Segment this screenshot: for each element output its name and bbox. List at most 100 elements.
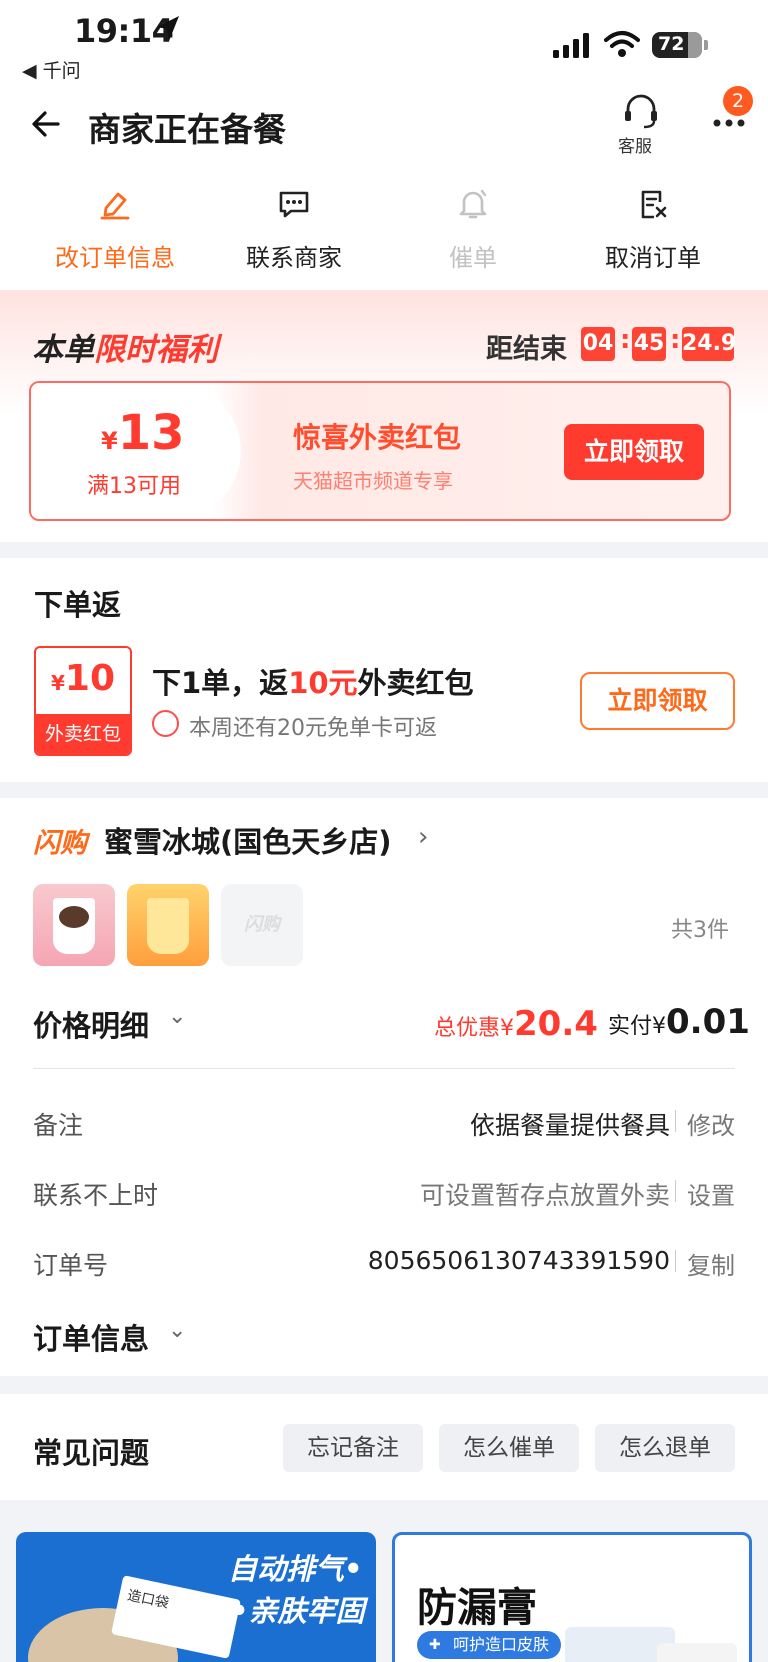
countdown-colon: : xyxy=(670,325,681,355)
price-detail-toggle[interactable]: 价格明细 xyxy=(33,1003,149,1045)
coupon-amount: ¥13 xyxy=(101,405,185,461)
urge-order-label: 催单 xyxy=(449,244,497,272)
countdown-hours: 04 xyxy=(581,327,615,361)
back-to-app-link[interactable]: ◀ 千问 xyxy=(22,56,81,83)
claim-return-button[interactable]: 立即领取 xyxy=(580,672,735,730)
customer-service-label: 客服 xyxy=(618,137,652,157)
product-thumbnail[interactable]: 闪购 xyxy=(221,884,303,966)
battery-tip xyxy=(704,40,708,50)
paid-amount: 实付¥0.01 xyxy=(608,1002,750,1042)
divider xyxy=(33,1068,735,1069)
paid-value: 0.01 xyxy=(666,1002,750,1042)
lemon-tea-cup-image xyxy=(147,898,189,954)
red-packet-value: 10 xyxy=(64,658,116,699)
faq-chip-forgot-remark[interactable]: 忘记备注 xyxy=(283,1424,423,1472)
total-discount: 总优惠¥20.4 xyxy=(434,1004,598,1044)
ad-banner-leak-paste[interactable]: 防漏膏 呵护造口皮肤 xyxy=(392,1532,752,1662)
free-card-checkbox[interactable] xyxy=(152,710,179,737)
product-image xyxy=(657,1643,737,1662)
benefit-title-a: 本单 xyxy=(32,332,94,368)
contact-merchant-button[interactable]: 联系商家 xyxy=(209,188,379,273)
order-return-title: 下单返 xyxy=(34,588,122,622)
benefit-title-b: 限时福利 xyxy=(94,332,218,368)
copy-order-number-button[interactable]: 复制 xyxy=(687,1246,735,1281)
milk-tea-cup-image xyxy=(53,898,95,954)
chevron-right-icon[interactable]: › xyxy=(418,822,428,852)
order-number-value: 8056506130743391590 xyxy=(367,1246,670,1275)
coupon-amount-value: 13 xyxy=(117,405,185,461)
order-info-toggle[interactable]: 订单信息 xyxy=(33,1316,149,1358)
battery-icon: 72 xyxy=(652,32,702,58)
battery-level: 72 xyxy=(658,33,685,55)
coupon-title: 惊喜外卖红包 xyxy=(293,421,462,454)
edit-remark-button[interactable]: 修改 xyxy=(687,1106,735,1141)
countdown-label: 距结束 xyxy=(486,334,567,365)
discount-currency: ¥ xyxy=(500,1016,515,1041)
more-icon[interactable] xyxy=(712,118,746,128)
order-number-label: 订单号 xyxy=(33,1251,109,1280)
store-name[interactable]: 蜜雪冰城(国色天乡店) xyxy=(104,819,392,861)
cancel-order-label: 取消订单 xyxy=(605,244,701,272)
notification-badge: 2 xyxy=(723,86,753,116)
flash-buy-logo: 闪购 xyxy=(33,828,87,859)
location-arrow-icon xyxy=(157,16,179,41)
urge-order-button[interactable]: 催单 xyxy=(388,188,558,273)
ad2-tag: 呵护造口皮肤 xyxy=(417,1631,562,1659)
page-title: 商家正在备餐 xyxy=(88,110,286,149)
remark-value: 依据餐量提供餐具 xyxy=(469,1111,670,1140)
discount-label: 总优惠 xyxy=(434,1016,501,1041)
contact-merchant-label: 联系商家 xyxy=(246,244,342,272)
unreachable-value: 可设置暂存点放置外卖 xyxy=(419,1181,670,1210)
separator xyxy=(675,1110,676,1132)
signal-icon xyxy=(553,33,589,58)
free-card-text: 本周还有20元免单卡可返 xyxy=(189,716,437,741)
faq-chip-urge[interactable]: 怎么催单 xyxy=(439,1424,579,1472)
faq-title: 常见问题 xyxy=(33,1436,150,1470)
ad-banner-ostomy-bag[interactable]: 造口袋 自动排气• •亲肤牢固 xyxy=(16,1532,376,1662)
order-return-text: 下1单，返10元外卖红包 xyxy=(152,660,474,702)
faq-chip-refund[interactable]: 怎么退单 xyxy=(595,1424,735,1472)
countdown-colon: : xyxy=(620,325,631,355)
discount-value: 20.4 xyxy=(514,1004,598,1044)
product-thumbnail[interactable] xyxy=(127,884,209,966)
back-arrow-icon[interactable] xyxy=(30,108,62,140)
separator xyxy=(675,1250,676,1272)
chevron-down-icon[interactable]: ⌄ xyxy=(168,1004,186,1029)
coupon-subtitle: 天猫超市频道专享 xyxy=(293,469,453,493)
remark-label: 备注 xyxy=(33,1111,84,1140)
red-packet-card: ¥10 外卖红包 xyxy=(34,646,132,756)
order-return-text-b: 外卖红包 xyxy=(357,666,474,700)
item-count[interactable]: 共3件 xyxy=(671,912,729,944)
product-thumbnail[interactable] xyxy=(33,884,115,966)
coupon-card: ¥13 满13可用 惊喜外卖红包 天猫超市频道专享 立即领取 xyxy=(29,381,731,521)
chat-icon xyxy=(279,191,309,218)
paid-label: 实付 xyxy=(608,1014,653,1039)
ad2-headline: 防漏膏 xyxy=(417,1585,537,1631)
edit-order-label: 改订单信息 xyxy=(55,244,175,272)
coupon-condition: 满13可用 xyxy=(87,474,181,499)
wifi-icon xyxy=(604,31,640,57)
red-packet-label: 外卖红包 xyxy=(36,714,130,754)
coupon-currency: ¥ xyxy=(101,427,118,455)
red-packet-amount: ¥10 xyxy=(36,658,130,699)
chevron-down-icon[interactable]: ⌄ xyxy=(168,1318,186,1343)
countdown-minutes: 45 xyxy=(632,327,666,361)
separator xyxy=(675,1180,676,1202)
countdown-seconds: 24.9 xyxy=(682,327,736,361)
cancel-order-icon xyxy=(641,190,667,219)
edit-order-button[interactable]: 改订单信息 xyxy=(30,188,200,273)
bell-icon xyxy=(459,189,487,219)
cancel-order-button[interactable]: 取消订单 xyxy=(568,188,738,273)
unreachable-label: 联系不上时 xyxy=(33,1181,159,1210)
order-return-text-a: 下1单，返 xyxy=(152,666,289,700)
paid-currency: ¥ xyxy=(652,1014,667,1039)
benefit-title: 本单限时福利 xyxy=(32,324,218,369)
order-detail-section xyxy=(0,798,768,1376)
order-return-text-amount: 10元 xyxy=(288,666,358,700)
red-packet-currency: ¥ xyxy=(50,671,65,695)
ad1-headline-1: 自动排气• xyxy=(228,1552,363,1586)
headset-icon xyxy=(625,94,657,129)
ad1-headline-2: •亲肤牢固 xyxy=(230,1594,365,1628)
claim-coupon-button[interactable]: 立即领取 xyxy=(564,424,704,480)
set-dropoff-button[interactable]: 设置 xyxy=(687,1176,735,1211)
